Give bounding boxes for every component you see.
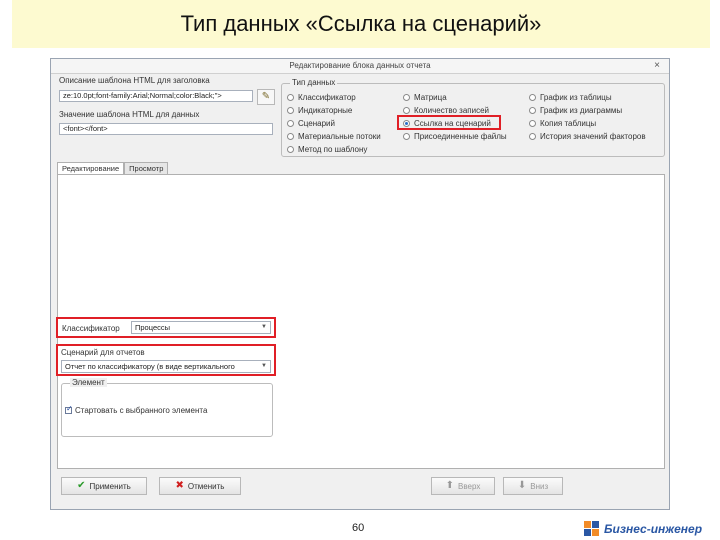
radio-button-icon [403, 94, 410, 101]
cross-icon: ✖ [175, 480, 184, 491]
radio-button-icon [287, 94, 294, 101]
checkmark-icon: ✔ [77, 480, 86, 491]
radio-button-icon [403, 133, 410, 140]
radio-factor-history[interactable]: История значений факторов [529, 132, 646, 141]
radio-button-icon [529, 94, 536, 101]
radio-attached-files[interactable]: Присоединенные файлы [403, 132, 507, 141]
radio-button-icon [287, 133, 294, 140]
radio-button-icon [529, 120, 536, 127]
cancel-button[interactable]: ✖ Отменить [159, 477, 241, 495]
tab-bar: Редактирование Просмотр [57, 162, 169, 174]
arrow-up-icon: ⬆ [445, 480, 455, 491]
radio-button-icon [287, 146, 294, 153]
radio-record-count[interactable]: Количество записей [403, 106, 489, 115]
report-block-dialog: Редактирование блока данных отчета × Опи… [50, 58, 670, 510]
slide-title: Тип данных «Ссылка на сценарий» [12, 0, 710, 48]
radio-classifier[interactable]: Классификатор [287, 93, 356, 102]
highlight-classifier [56, 317, 276, 338]
radio-button-icon [403, 107, 410, 114]
start-from-selected-checkbox[interactable]: ✓ Стартовать с выбранного элемента [65, 404, 207, 415]
highlight-scenario [56, 344, 276, 376]
radio-table-copy[interactable]: Копия таблицы [529, 119, 596, 128]
radio-button-icon [529, 133, 536, 140]
dialog-title: Редактирование блока данных отчета [51, 59, 669, 74]
arrow-down-icon: ⬇ [517, 480, 527, 491]
radio-indicators[interactable]: Индикаторные [287, 106, 352, 115]
radio-button-icon [287, 107, 294, 114]
radio-button-icon [529, 107, 536, 114]
radio-scenario[interactable]: Сценарий [287, 119, 335, 128]
pencil-icon: ✎ [261, 91, 271, 102]
close-icon[interactable]: × [651, 59, 663, 73]
body-template-label: Значение шаблона HTML для данных [59, 110, 200, 119]
element-group-title: Элемент [70, 378, 107, 387]
radio-material-flows[interactable]: Материальные потоки [287, 132, 381, 141]
logo-text: Бизнес-инженер [604, 522, 703, 536]
logo-squares-icon [584, 521, 600, 537]
radio-button-icon [287, 120, 294, 127]
radio-matrix[interactable]: Матрица [403, 93, 447, 102]
move-down-button[interactable]: ⬇ Вниз [503, 477, 563, 495]
radio-chart-from-table[interactable]: График из таблицы [529, 93, 612, 102]
page-number: 60 [352, 522, 365, 534]
company-logo: Бизнес-инженер [584, 521, 702, 537]
tab-edit[interactable]: Редактирование [57, 162, 125, 174]
header-template-field[interactable]: ze:10.0pt;font-family:Arial;Normal;color… [59, 90, 253, 102]
body-template-field[interactable]: <font></font> [59, 123, 273, 135]
highlight-scenario-link [397, 115, 501, 130]
checkbox-checked-icon: ✓ [65, 404, 73, 415]
header-template-label: Описание шаблона HTML для заголовка [59, 76, 210, 85]
edit-template-button[interactable]: ✎ [257, 89, 275, 105]
radio-chart-from-diagram[interactable]: График из диаграммы [529, 106, 622, 115]
data-type-group-title: Тип данных [290, 78, 338, 87]
apply-button[interactable]: ✔ Применить [61, 477, 147, 495]
radio-template-method[interactable]: Метод по шаблону [287, 145, 367, 154]
tab-preview[interactable]: Просмотр [124, 162, 169, 174]
move-up-button[interactable]: ⬆ Вверх [431, 477, 495, 495]
